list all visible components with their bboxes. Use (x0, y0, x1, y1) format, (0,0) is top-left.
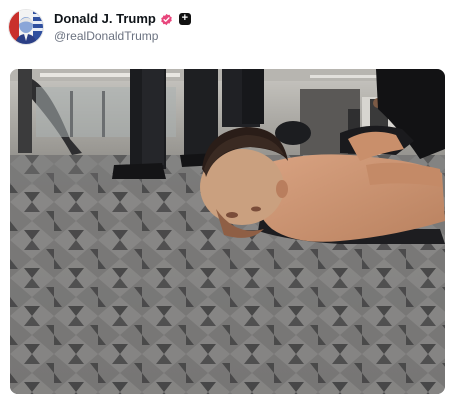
author-block: Donald J. Trump + @realDonaldTrump (54, 11, 191, 43)
follow-plus-button[interactable]: + (178, 12, 191, 25)
author-display-name[interactable]: Donald J. Trump (54, 11, 156, 27)
plus-icon: + (181, 12, 189, 25)
post-header: Donald J. Trump + @realDonaldTrump (8, 8, 191, 46)
author-name-row: Donald J. Trump + (54, 11, 191, 27)
verified-badge-icon (160, 12, 173, 26)
avatar[interactable] (8, 9, 44, 45)
photo-image (10, 69, 445, 394)
author-handle[interactable]: @realDonaldTrump (54, 29, 191, 43)
post-photo[interactable] (10, 69, 445, 394)
profile-photo-icon (9, 10, 43, 44)
social-post: Donald J. Trump + @realDonaldTrump (0, 0, 453, 400)
